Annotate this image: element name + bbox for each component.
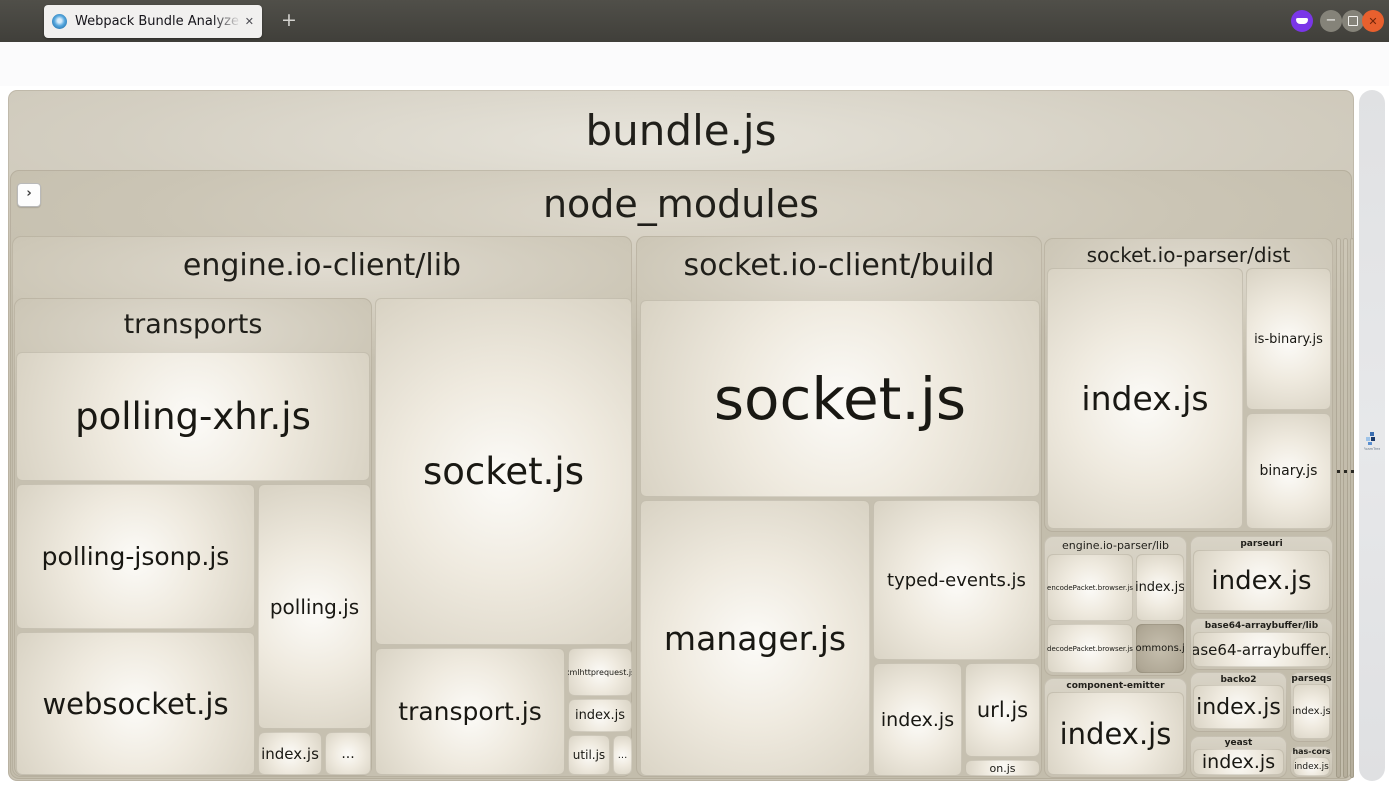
window-maximize-button[interactable] (1342, 10, 1364, 32)
group-label-transports: transports (14, 302, 372, 348)
treemap-cell-eip-index-js[interactable]: index.js (1136, 554, 1184, 621)
treemap-cell-squeezed-3[interactable] (1350, 238, 1354, 778)
treemap-cell-parseqs-index-js[interactable]: index.js (1293, 684, 1330, 739)
treemap-cell-has-cors-index-js[interactable]: index.js (1293, 757, 1330, 776)
treemap-cell-is-binary-js[interactable]: is-binary.js (1246, 268, 1331, 410)
foamtree-attribution[interactable]: FoamTree (1359, 90, 1385, 781)
group-label-engine-io-client-lib: engine.io-client/lib (12, 242, 632, 290)
group-label-bundle-js: bundle.js (8, 100, 1354, 162)
new-tab-button[interactable]: + (276, 8, 302, 34)
analyzer-sidebar-toggle-button[interactable]: › (17, 183, 41, 207)
treemap-cell-decodepacket-browser-js[interactable]: decodePacket.browser.js (1047, 624, 1133, 673)
group-label-yeast: yeast (1190, 738, 1287, 749)
mask-glyph (1296, 18, 1308, 24)
window-minimize-button[interactable]: − (1320, 10, 1342, 32)
webpack-analyzer-favicon-icon (52, 14, 67, 29)
group-label-parseuri: parseuri (1190, 538, 1333, 550)
treemap-cell-ce-index-js[interactable]: index.js (1047, 692, 1184, 775)
treemap-cell-transports-more[interactable]: ... (325, 732, 371, 775)
treemap-cell-polling-jsonp-js[interactable]: polling-jsonp.js (16, 484, 255, 629)
treemap-cell-backo2-index-js[interactable]: index.js (1193, 685, 1284, 729)
treemap-cell-engine-index-js[interactable]: index.js (568, 699, 632, 732)
tab-title-fade (213, 13, 241, 30)
treemap-cell-polling-xhr-js[interactable]: polling-xhr.js (16, 352, 370, 481)
group-label-base64-arraybuffer-lib: base64-arraybuffer/lib (1190, 620, 1333, 632)
group-label-has-cors: has-cors (1290, 747, 1333, 757)
treemap-cell-commons-js[interactable]: commons.js (1136, 624, 1184, 673)
treemap-cell-base64-arraybuffer-js[interactable]: base64-arraybuffer.js (1193, 632, 1330, 667)
treemap-cell-polling-js[interactable]: polling.js (258, 484, 371, 729)
window-close-button[interactable]: ✕ (1362, 10, 1384, 32)
titlebar: Webpack Bundle Analyze ✕ + − ✕ (0, 0, 1389, 43)
treemap-cell-url-js[interactable]: url.js (965, 663, 1040, 757)
tab-close-icon[interactable]: ✕ (245, 14, 254, 29)
treemap-cell-typed-events-js[interactable]: typed-events.js (873, 500, 1040, 660)
treemap-cell-encodepacket-browser-js[interactable]: encodePacket.browser.js (1047, 554, 1133, 621)
group-label-socket-io-client-build: socket.io-client/build (636, 242, 1042, 290)
treemap-cell-squeezed-2[interactable] (1343, 238, 1348, 778)
svg-text:FoamTree: FoamTree (1364, 447, 1380, 451)
treemap-cell-sio-index-js[interactable]: index.js (873, 663, 962, 776)
analyzer-page: bundle.js node_modules engine.io-client/… (0, 86, 1389, 789)
browser-toolbar: 127.0.0.1:8888 (0, 42, 1389, 87)
browser-window: Webpack Bundle Analyze ✕ + − ✕ 127.0.0.1… (0, 0, 1389, 789)
group-label-socket-io-parser-dist: socket.io-parser/dist (1044, 241, 1333, 269)
treemap-cell-on-js[interactable]: on.js (965, 760, 1040, 776)
tab-title: Webpack Bundle Analyze (75, 13, 241, 30)
treemap-cell-parseuri-index-js[interactable]: index.js (1193, 550, 1330, 611)
treemap-cell-binary-js[interactable]: binary.js (1246, 413, 1331, 529)
private-browsing-mask-icon (1291, 10, 1313, 32)
foamtree-logo-icon: FoamTree (1364, 431, 1380, 455)
treemap-cell-yeast-index-js[interactable]: index.js (1193, 749, 1284, 775)
treemap-cell-transport-js[interactable]: transport.js (375, 648, 565, 775)
treemap-cell-engine-socket-js[interactable]: socket.js (375, 298, 632, 645)
treemap-cell-sio-socket-js[interactable]: socket.js (640, 300, 1040, 497)
treemap-cell-manager-js[interactable]: manager.js (640, 500, 870, 776)
browser-tab[interactable]: Webpack Bundle Analyze ✕ (44, 5, 262, 38)
treemap-cell-websocket-js[interactable]: websocket.js (16, 632, 255, 775)
treemap-cell-transports-index-js[interactable]: index.js (258, 732, 322, 775)
treemap-cell-util-js[interactable]: util.js (568, 735, 610, 775)
group-label-node-modules: node_modules (10, 176, 1352, 232)
treemap-cell-parser-index-js[interactable]: index.js (1047, 268, 1243, 529)
treemap-cell-engine-more[interactable]: ... (613, 735, 632, 775)
group-label-engine-io-parser-lib: engine.io-parser/lib (1044, 538, 1187, 553)
treemap-cell-xmlhttprequest-js[interactable]: xmlhttprequest.js (568, 648, 632, 696)
treemap-cell-squeezed-1[interactable] (1336, 238, 1341, 778)
maximize-glyph (1348, 16, 1358, 26)
